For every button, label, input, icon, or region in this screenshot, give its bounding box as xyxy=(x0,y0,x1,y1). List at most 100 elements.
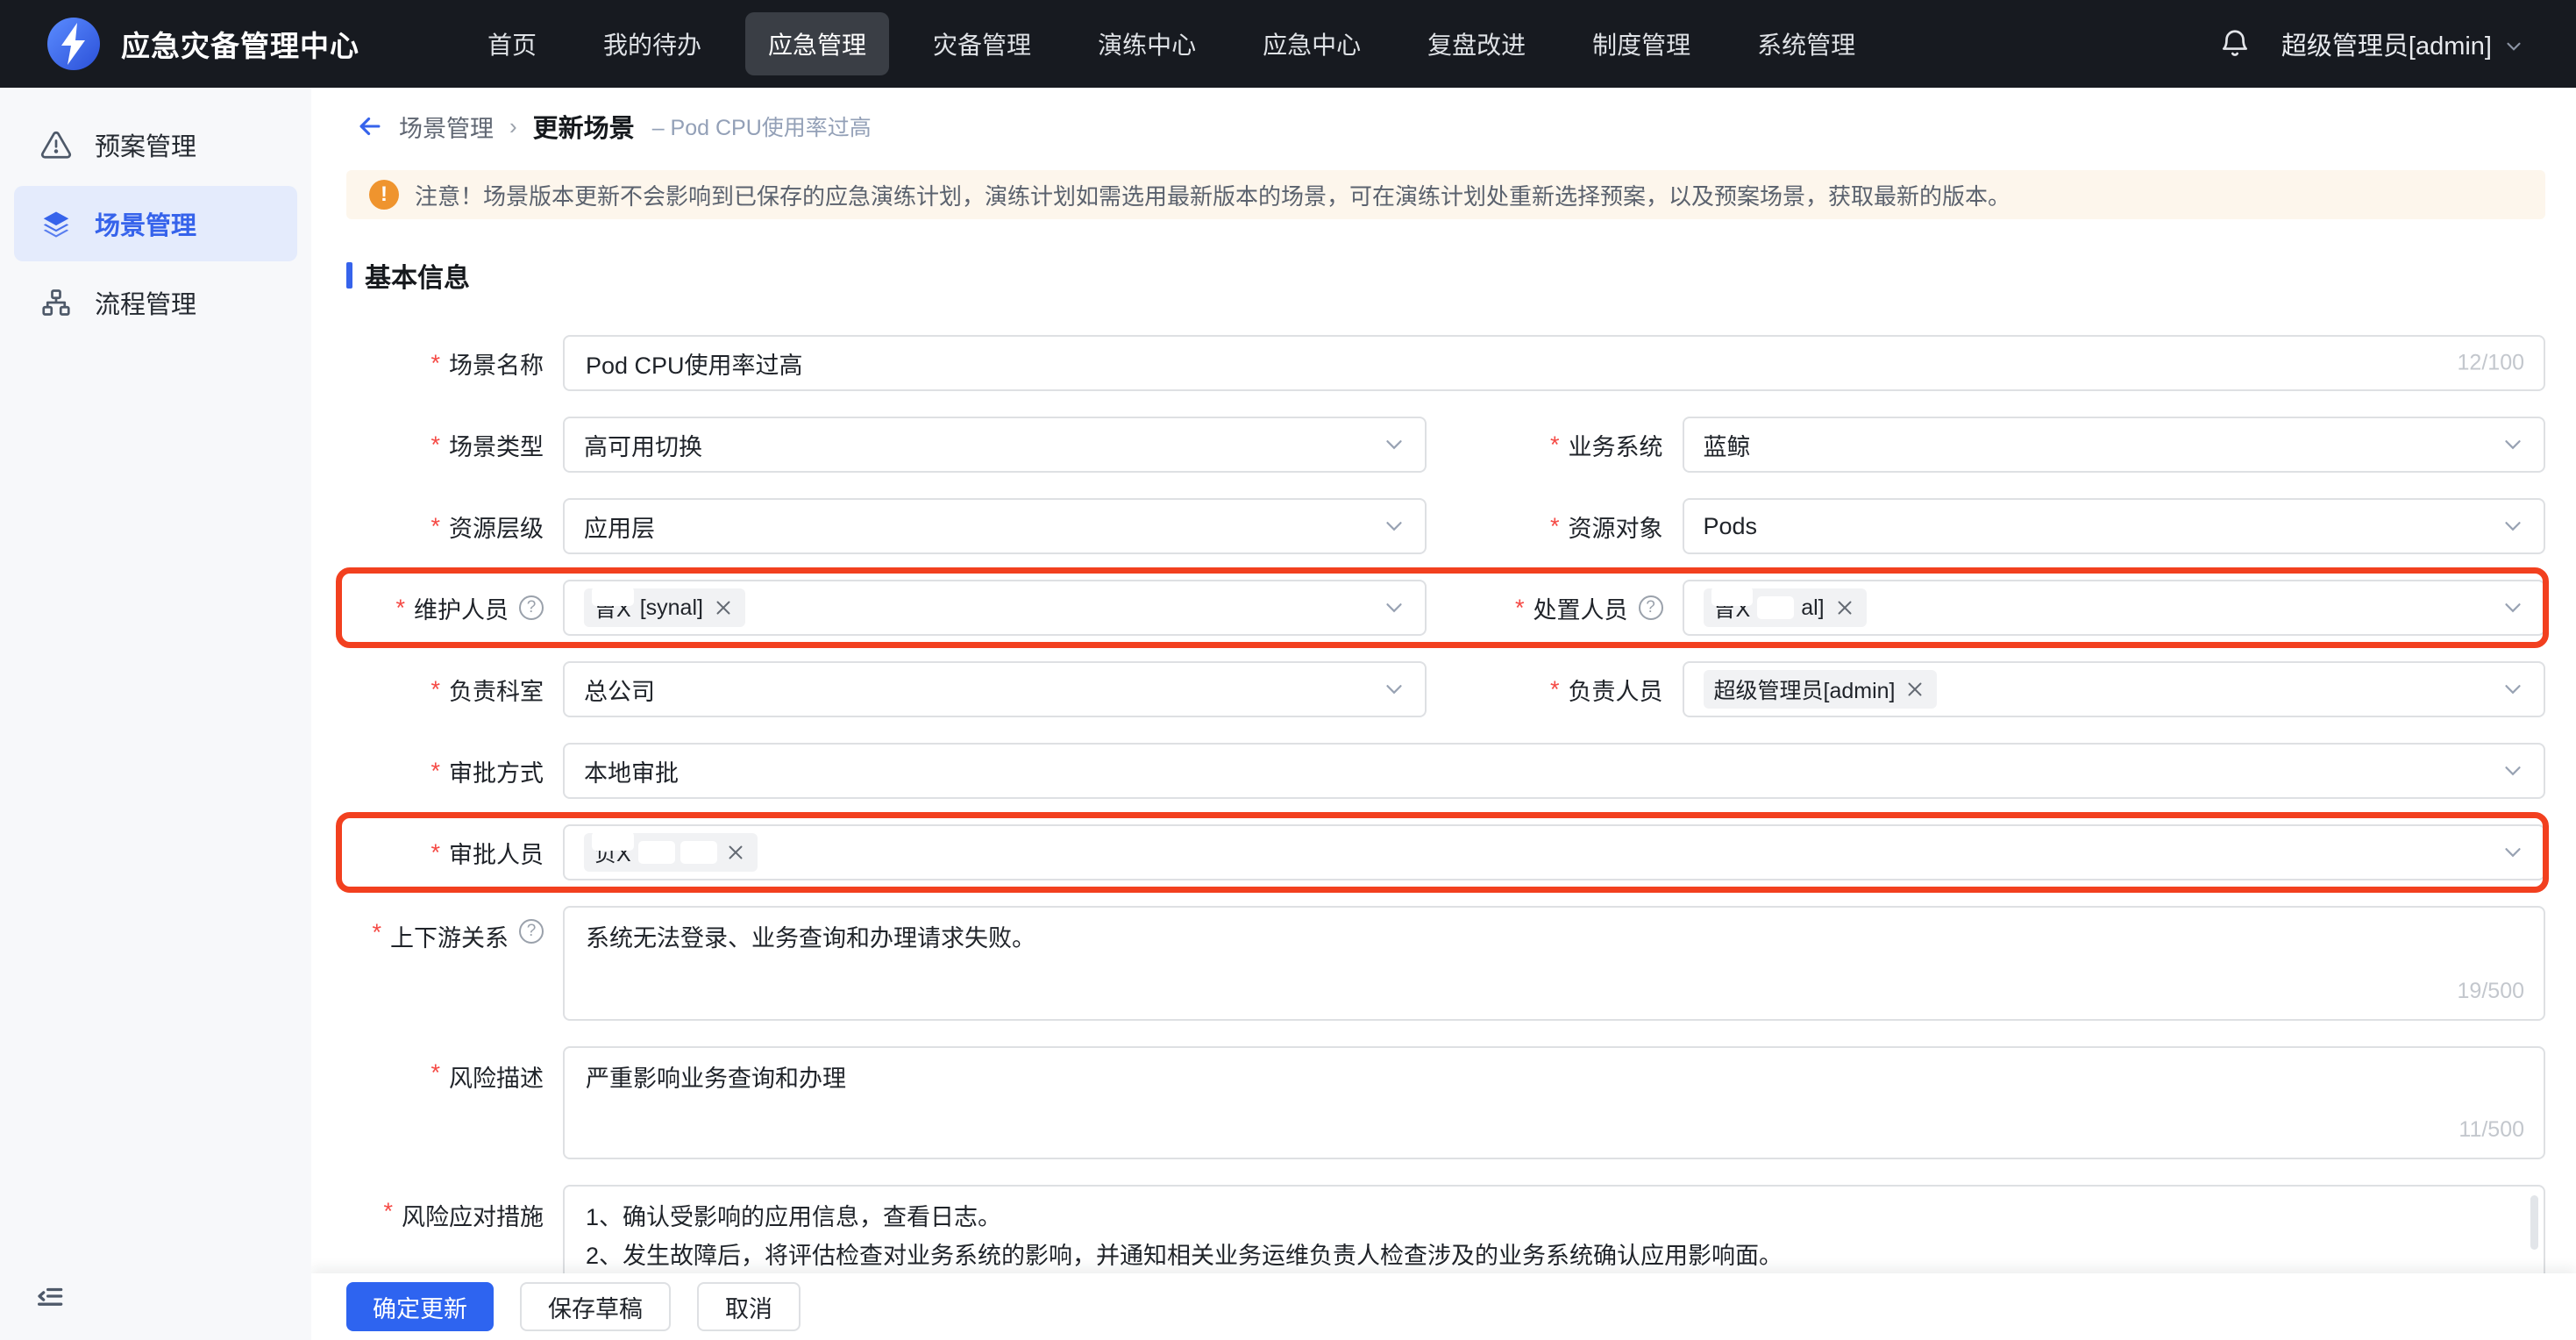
sidebar-item-process-mgmt[interactable]: 流程管理 xyxy=(14,265,297,340)
collapse-sidebar-icon[interactable] xyxy=(33,1279,68,1314)
section-title: 基本信息 xyxy=(365,256,470,295)
nav-item-drill-center[interactable]: 演练中心 xyxy=(1075,12,1219,75)
nav-item-policy-mgmt[interactable]: 制度管理 xyxy=(1569,12,1713,75)
maintainer-select[interactable]: 曾X[synal] xyxy=(563,580,1427,636)
question-circle-icon[interactable]: ? xyxy=(1639,595,1663,620)
resource-level-value: 应用层 xyxy=(584,510,655,544)
exclamation-circle-icon: ! xyxy=(369,180,399,210)
row-upstream: * 上下游关系 ? 系统无法登录、业务查询和办理请求失败。 19/500 xyxy=(346,906,2545,1021)
back-arrow-icon[interactable] xyxy=(355,111,385,141)
label-text: 审批人员 xyxy=(449,836,544,870)
row-maintainer: * 维护人员 ? 曾X[synal] * xyxy=(346,580,2545,636)
sidebar: 预案管理 场景管理 流程管理 xyxy=(0,88,311,1340)
remove-tag-icon[interactable] xyxy=(724,841,747,864)
nav-item-emergency-center[interactable]: 应急中心 xyxy=(1240,12,1384,75)
label-text: 负责人员 xyxy=(1569,673,1663,707)
owner-select[interactable]: 超级管理员[admin] xyxy=(1683,661,2546,717)
risk-desc-textarea[interactable]: 严重影响业务查询和办理 11/500 xyxy=(563,1046,2545,1159)
required-mark: * xyxy=(1515,595,1525,622)
remove-tag-icon[interactable] xyxy=(712,596,735,619)
maintainer-tag: 曾X[synal] xyxy=(584,588,745,627)
nav-item-system-mgmt[interactable]: 系统管理 xyxy=(1734,12,1878,75)
handler-label: * 处置人员 ? xyxy=(1446,580,1663,636)
upstream-value: 系统无法登录、业务查询和办理请求失败。 xyxy=(586,920,2523,959)
required-mark: * xyxy=(1550,431,1560,459)
chevron-down-icon xyxy=(1381,595,1407,621)
question-circle-icon[interactable]: ? xyxy=(519,919,544,944)
risk-desc-value: 严重影响业务查询和办理 xyxy=(586,1060,2523,1099)
chevron-down-icon xyxy=(1381,676,1407,702)
required-mark: * xyxy=(431,839,440,866)
approval-method-label: * 审批方式 xyxy=(346,743,544,799)
approver-select[interactable]: 负X xyxy=(563,824,2545,880)
approver-label: * 审批人员 xyxy=(346,824,544,880)
nav-item-home[interactable]: 首页 xyxy=(465,12,559,75)
bell-icon[interactable] xyxy=(2218,27,2252,61)
nav-item-disaster-mgmt[interactable]: 灾备管理 xyxy=(910,12,1054,75)
breadcrumb-suffix: – Pod CPU使用率过高 xyxy=(652,110,872,142)
navbar-right: 超级管理员[admin] xyxy=(2218,25,2525,62)
approver-tag: 负X xyxy=(584,833,758,872)
chevron-down-icon xyxy=(2500,595,2526,621)
breadcrumb-separator: › xyxy=(509,113,517,140)
resource-object-select[interactable]: Pods xyxy=(1683,498,2546,554)
department-select[interactable]: 总公司 xyxy=(563,661,1427,717)
resource-level-label: * 资源层级 xyxy=(346,498,544,554)
required-mark: * xyxy=(431,431,440,459)
sidebar-item-scene-mgmt[interactable]: 场景管理 xyxy=(14,186,297,261)
layers-icon xyxy=(40,208,72,239)
textarea-scrollbar[interactable] xyxy=(2530,1195,2538,1250)
upstream-counter: 19/500 xyxy=(2458,973,2524,1009)
required-mark: * xyxy=(1550,513,1560,540)
department-label: * 负责科室 xyxy=(346,661,544,717)
scene-name-label: * 场景名称 xyxy=(346,335,544,391)
user-menu[interactable]: 超级管理员[admin] xyxy=(2281,25,2525,62)
warning-triangle-icon xyxy=(40,129,72,160)
scene-type-label: * 场景类型 xyxy=(346,417,544,473)
annotated-personnel-row: * 维护人员 ? 曾X[synal] * xyxy=(346,580,2545,636)
cancel-button[interactable]: 取消 xyxy=(697,1282,801,1331)
row-department: * 负责科室 总公司 * 负责人员 超级管理员[admin] xyxy=(346,661,2545,717)
user-name: 超级管理员[admin] xyxy=(2281,25,2492,62)
row-scene-type: * 场景类型 高可用切换 * 业务系统 蓝鲸 xyxy=(346,417,2545,473)
redacted-text: 负X xyxy=(594,837,631,868)
resource-object-label: * 资源对象 xyxy=(1446,498,1663,554)
app-logo-icon xyxy=(46,16,102,72)
confirm-update-button[interactable]: 确定更新 xyxy=(346,1282,494,1331)
nav-item-todo[interactable]: 我的待办 xyxy=(580,12,724,75)
scene-name-input[interactable] xyxy=(565,337,2544,389)
nav-item-review-improve[interactable]: 复盘改进 xyxy=(1405,12,1548,75)
maintainer-label: * 维护人员 ? xyxy=(346,580,544,636)
warning-text: 注意！场景版本更新不会影响到已保存的应急演练计划，演练计划如需选用最新版本的场景… xyxy=(415,179,2010,211)
handler-select[interactable]: 曾Xal] xyxy=(1683,580,2546,636)
remove-tag-icon[interactable] xyxy=(1904,678,1926,701)
row-scene-name: * 场景名称 12/100 xyxy=(346,335,2545,391)
owner-tag: 超级管理员[admin] xyxy=(1704,670,1938,709)
section-header: 基本信息 xyxy=(346,256,2545,295)
form-area: 基本信息 * 场景名称 12/100 * xyxy=(311,256,2576,1316)
sidebar-item-label: 场景管理 xyxy=(95,205,196,242)
annotated-approver-row: * 审批人员 负X xyxy=(346,824,2545,880)
scene-form: * 场景名称 12/100 * 场景类型 高可用切换 xyxy=(346,335,2545,1316)
brand: 应急灾备管理中心 xyxy=(46,16,359,72)
business-system-select[interactable]: 蓝鲸 xyxy=(1683,417,2546,473)
nav-item-emergency-mgmt[interactable]: 应急管理 xyxy=(745,12,889,75)
resource-level-select[interactable]: 应用层 xyxy=(563,498,1427,554)
breadcrumb-parent[interactable]: 场景管理 xyxy=(399,110,494,144)
label-text: 风险描述 xyxy=(449,1059,544,1094)
remove-tag-icon[interactable] xyxy=(1833,596,1856,619)
save-draft-button[interactable]: 保存草稿 xyxy=(520,1282,671,1331)
chevron-down-icon xyxy=(1381,513,1407,539)
top-navbar: 应急灾备管理中心 首页 我的待办 应急管理 灾备管理 演练中心 应急中心 复盘改… xyxy=(0,0,2576,88)
scene-type-select[interactable]: 高可用切换 xyxy=(563,417,1427,473)
sidebar-item-label: 流程管理 xyxy=(95,284,196,321)
label-text: 场景名称 xyxy=(449,346,544,381)
label-text: 审批方式 xyxy=(449,754,544,788)
question-circle-icon[interactable]: ? xyxy=(519,595,544,620)
chevron-down-icon xyxy=(2500,676,2526,702)
upstream-textarea[interactable]: 系统无法登录、业务查询和办理请求失败。 19/500 xyxy=(563,906,2545,1021)
approval-method-select[interactable]: 本地审批 xyxy=(563,743,2545,799)
sidebar-item-plan-mgmt[interactable]: 预案管理 xyxy=(14,107,297,182)
chevron-down-icon xyxy=(2500,431,2526,458)
row-risk-desc: * 风险描述 严重影响业务查询和办理 11/500 xyxy=(346,1046,2545,1159)
